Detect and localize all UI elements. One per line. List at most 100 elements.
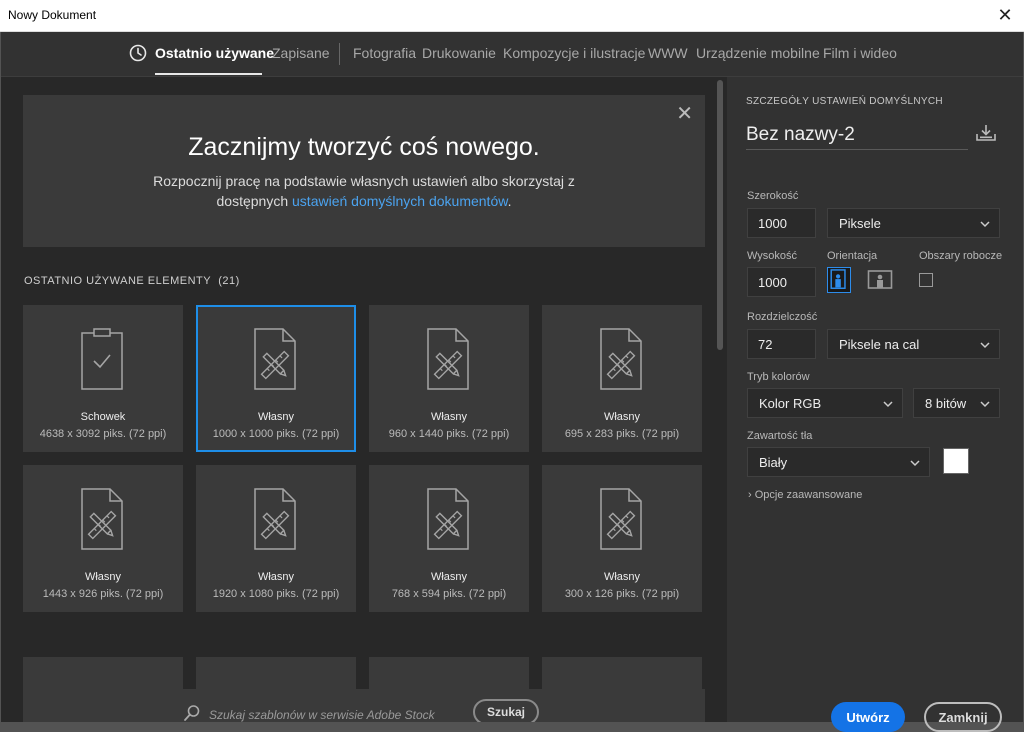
- recent-item-dimensions: 960 x 1440 piks. (72 ppi): [388, 428, 510, 440]
- advanced-options-toggle[interactable]: › Opcje zaawansowane: [748, 489, 862, 501]
- width-unit-value: Piksele: [839, 216, 881, 231]
- recent-item-name: Własny: [603, 411, 641, 423]
- chevron-right-icon: ›: [748, 489, 752, 501]
- tab-mobile[interactable]: Urządzenie mobilne: [696, 45, 820, 61]
- presets-area: ✕ Zacznijmy tworzyć coś nowego. Rozpoczn…: [1, 77, 727, 722]
- details-heading: SZCZEGÓŁY USTAWIEŃ DOMYŚLNYCH: [746, 96, 943, 107]
- stock-search-bar: Szukaj: [23, 689, 705, 722]
- document-icon: [427, 328, 469, 390]
- document-icon: [600, 328, 642, 390]
- tab-film-video[interactable]: Film i wideo: [823, 45, 897, 61]
- height-input[interactable]: [747, 267, 816, 297]
- create-button[interactable]: Utwórz: [831, 702, 905, 732]
- banner-close-icon[interactable]: ✕: [676, 104, 693, 124]
- recent-item-name: Schowek: [80, 411, 126, 423]
- tab-saved[interactable]: Zapisane: [272, 45, 330, 61]
- clock-icon: [129, 44, 147, 62]
- portrait-orientation-button[interactable]: [827, 267, 851, 293]
- recent-item[interactable]: Własny 960 x 1440 piks. (72 ppi): [369, 305, 529, 452]
- title-bar: Nowy Dokument ✕: [0, 0, 1024, 32]
- background-label: Zawartość tła: [747, 430, 813, 442]
- welcome-banner: ✕ Zacznijmy tworzyć coś nowego. Rozpoczn…: [23, 95, 705, 247]
- close-button[interactable]: Zamknij: [924, 702, 1002, 732]
- save-preset-icon[interactable]: [975, 122, 997, 144]
- width-unit-select[interactable]: Piksele: [827, 208, 1000, 238]
- tab-art-illustration[interactable]: Kompozycje i ilustracje: [503, 45, 645, 61]
- recent-item[interactable]: Własny 1443 x 926 piks. (72 ppi): [23, 465, 183, 612]
- chevron-down-icon: [980, 401, 990, 408]
- recent-item-dimensions: 1920 x 1080 piks. (72 ppi): [212, 588, 340, 600]
- window-title: Nowy Dokument: [8, 8, 97, 22]
- recent-title-text: OSTATNIO UŻYWANE ELEMENTY: [24, 275, 212, 287]
- width-input[interactable]: [747, 208, 816, 238]
- background-value: Biały: [759, 455, 788, 470]
- color-mode-value: Kolor RGB: [759, 396, 822, 411]
- banner-text-line2: dostępnych ustawień domyślnych dokumentó…: [23, 193, 705, 209]
- recent-item-dimensions: 695 x 283 piks. (72 ppi): [564, 428, 680, 440]
- portrait-icon: [830, 269, 846, 289]
- tab-recent[interactable]: Ostatnio używane: [155, 45, 274, 61]
- bit-depth-value: 8 bitów: [925, 396, 967, 411]
- search-button[interactable]: Szukaj: [473, 699, 539, 722]
- banner-text-line1: Rozpocznij pracę na podstawie własnych u…: [153, 173, 575, 189]
- recent-item-name: Własny: [257, 571, 295, 583]
- recent-item[interactable]: Schowek 4638 x 3092 piks. (72 ppi): [23, 305, 183, 452]
- preset-tabs: Ostatnio używane Zapisane Fotografia Dru…: [1, 32, 1023, 77]
- banner-title: Zacznijmy tworzyć coś nowego.: [188, 133, 540, 161]
- recent-item-name: Własny: [430, 571, 468, 583]
- tab-print[interactable]: Drukowanie: [422, 45, 496, 61]
- background-select[interactable]: Biały: [747, 447, 930, 477]
- banner-text-suffix: .: [507, 193, 512, 209]
- color-mode-select[interactable]: Kolor RGB: [747, 388, 903, 418]
- chevron-down-icon: [883, 401, 893, 408]
- recent-item-name: Własny: [84, 571, 122, 583]
- recent-item[interactable]: Własny 1000 x 1000 piks. (72 ppi): [196, 305, 356, 452]
- document-icon: [254, 328, 296, 390]
- landscape-orientation-button[interactable]: [867, 269, 893, 291]
- search-icon: [184, 705, 200, 721]
- tab-web[interactable]: WWW: [648, 45, 688, 61]
- chevron-down-icon: [910, 460, 920, 467]
- recent-item-dimensions: 4638 x 3092 piks. (72 ppi): [39, 428, 167, 440]
- advanced-options-label: Opcje zaawansowane: [754, 489, 863, 501]
- chevron-down-icon: [980, 221, 990, 228]
- recent-item[interactable]: Własny 300 x 126 piks. (72 ppi): [542, 465, 702, 612]
- window-close-icon[interactable]: ✕: [994, 4, 1016, 26]
- resolution-unit-select[interactable]: Piksele na cal: [827, 329, 1000, 359]
- presets-link[interactable]: ustawień domyślnych dokumentów: [292, 193, 508, 209]
- new-document-dialog: Ostatnio używane Zapisane Fotografia Dru…: [1, 32, 1023, 732]
- clipboard-icon: [81, 328, 123, 390]
- color-mode-label: Tryb kolorów: [747, 371, 810, 383]
- recent-item-dimensions: 1443 x 926 piks. (72 ppi): [42, 588, 164, 600]
- tab-photo[interactable]: Fotografia: [353, 45, 416, 61]
- artboards-label: Obszary robocze: [919, 250, 1003, 262]
- recent-item-dimensions: 768 x 594 piks. (72 ppi): [391, 588, 507, 600]
- document-icon: [427, 488, 469, 550]
- preset-details-panel: SZCZEGÓŁY USTAWIEŃ DOMYŚLNYCH Szerokość …: [727, 77, 1023, 732]
- width-label: Szerokość: [747, 190, 799, 202]
- orientation-label: Orientacja: [827, 250, 878, 262]
- stock-search-input[interactable]: [207, 703, 467, 722]
- recent-item[interactable]: Własny 695 x 283 piks. (72 ppi): [542, 305, 702, 452]
- active-tab-indicator: [155, 73, 262, 75]
- bit-depth-select[interactable]: 8 bitów: [913, 388, 1000, 418]
- resolution-input[interactable]: [747, 329, 816, 359]
- recent-item[interactable]: Własny 768 x 594 piks. (72 ppi): [369, 465, 529, 612]
- artboards-checkbox[interactable]: [919, 273, 933, 287]
- height-label: Wysokość: [747, 250, 798, 262]
- resolution-label: Rozdzielczość: [747, 311, 818, 323]
- recent-count: (21): [218, 275, 240, 287]
- scrollbar-thumb[interactable]: [717, 80, 723, 350]
- document-name-input[interactable]: [746, 121, 968, 150]
- recent-section-title: OSTATNIO UŻYWANE ELEMENTY (21): [24, 275, 240, 287]
- chevron-down-icon: [980, 342, 990, 349]
- document-icon: [254, 488, 296, 550]
- recent-item-name: Własny: [603, 571, 641, 583]
- tab-divider: [339, 43, 340, 65]
- document-icon: [81, 488, 123, 550]
- background-color-swatch[interactable]: [943, 448, 969, 474]
- landscape-icon: [867, 270, 893, 289]
- resolution-unit-value: Piksele na cal: [839, 337, 920, 352]
- recent-item[interactable]: Własny 1920 x 1080 piks. (72 ppi): [196, 465, 356, 612]
- banner-text-prefix: dostępnych: [216, 193, 293, 209]
